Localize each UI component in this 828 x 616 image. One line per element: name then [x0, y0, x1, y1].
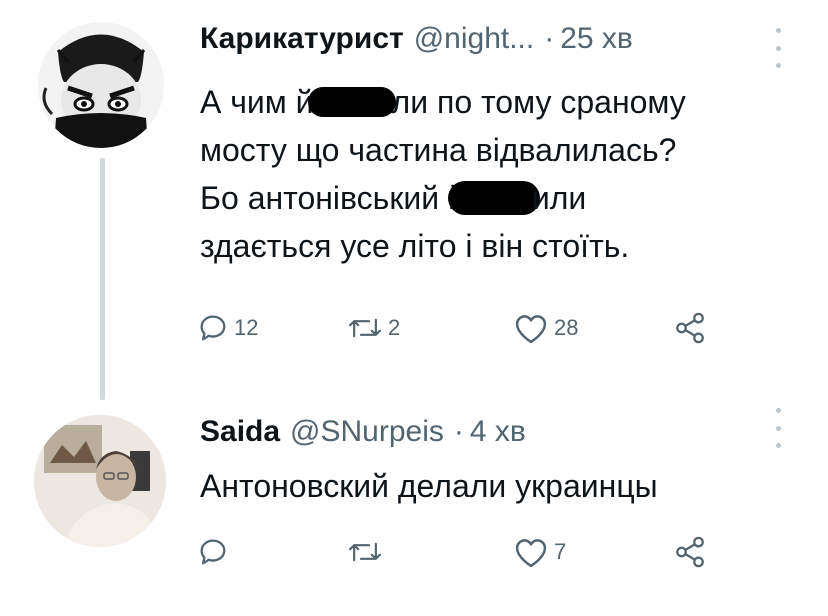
avatar[interactable] — [38, 22, 164, 148]
reply-icon — [200, 315, 226, 341]
caricature-avatar-image — [38, 22, 164, 148]
author-name[interactable]: Saida — [200, 415, 280, 449]
share-button[interactable] — [672, 304, 708, 352]
retweet-icon — [348, 318, 382, 338]
redaction-mark — [447, 180, 540, 215]
author-handle[interactable]: @night... — [414, 22, 535, 56]
tweet-line: А чим й ли по тому сраному — [200, 78, 800, 126]
like-button[interactable]: 28 — [512, 304, 578, 352]
share-icon — [676, 312, 704, 344]
redaction-mark — [307, 86, 396, 117]
user-photo-avatar-image — [34, 415, 166, 547]
like-count: 7 — [554, 539, 567, 564]
separator-dot: · — [544, 22, 555, 55]
tweet-actions: 12 2 28 — [196, 304, 736, 352]
tweet-time[interactable]: 25 хв — [560, 22, 633, 56]
tweet-line: Антоновский делали украинцы — [200, 462, 800, 510]
tweet-time[interactable]: 4 хв — [470, 415, 526, 449]
tweet-actions: 7 — [196, 528, 736, 576]
share-button[interactable] — [672, 528, 708, 576]
more-icon[interactable] — [774, 408, 782, 448]
tweet-header: Карикатурист @night... · 25 хв — [200, 22, 633, 56]
tweet-text-fragment: Бо антонівський й — [200, 180, 466, 216]
tweet-text: А чим й ли по тому сраному мосту що части… — [200, 78, 800, 270]
like-icon — [515, 539, 547, 568]
tweet-text-fragment: Антоновский делали украинцы — [200, 468, 658, 504]
reply-icon — [200, 539, 226, 565]
tweet-text-fragment: А чим й — [200, 84, 314, 120]
like-button[interactable]: 7 — [512, 528, 566, 576]
tweet-text: Антоновский делали украинцы — [200, 462, 800, 510]
like-icon — [515, 315, 547, 344]
tweet-header: Saida @SNurpeis · 4 хв — [200, 415, 526, 449]
avatar[interactable] — [34, 415, 166, 547]
tweet-2[interactable]: Saida @SNurpeis · 4 хв Антоновский делал… — [0, 400, 828, 616]
more-icon[interactable] — [774, 28, 782, 68]
tweet-text-fragment: здається усе літо і він стоїть. — [200, 228, 630, 264]
share-icon — [676, 536, 704, 568]
tweet-text-fragment: мосту що частина відвалилась? — [200, 132, 677, 168]
tweet-line: мосту що частина відвалилась? — [200, 126, 800, 174]
reply-button[interactable]: 12 — [196, 304, 258, 352]
reply-button[interactable] — [196, 528, 234, 576]
retweet-button[interactable]: 2 — [346, 304, 400, 352]
separator-dot: · — [453, 415, 464, 448]
tweet-line: здається усе літо і він стоїть. — [200, 222, 800, 270]
retweet-button[interactable] — [346, 528, 388, 576]
tweet-text-fragment: ли по тому сраному — [391, 84, 686, 120]
retweet-count: 2 — [388, 315, 401, 340]
like-count: 28 — [554, 315, 579, 340]
author-name[interactable]: Карикатурист — [200, 22, 404, 56]
reply-count: 12 — [234, 315, 259, 340]
retweet-icon — [348, 542, 382, 562]
author-handle[interactable]: @SNurpeis — [290, 415, 444, 449]
tweet-text-fragment: или — [531, 180, 587, 216]
tweet-1[interactable]: Карикатурист @night... · 25 хв А чим й ли… — [0, 0, 828, 400]
tweet-line: Бо антонівський й или — [200, 174, 800, 222]
